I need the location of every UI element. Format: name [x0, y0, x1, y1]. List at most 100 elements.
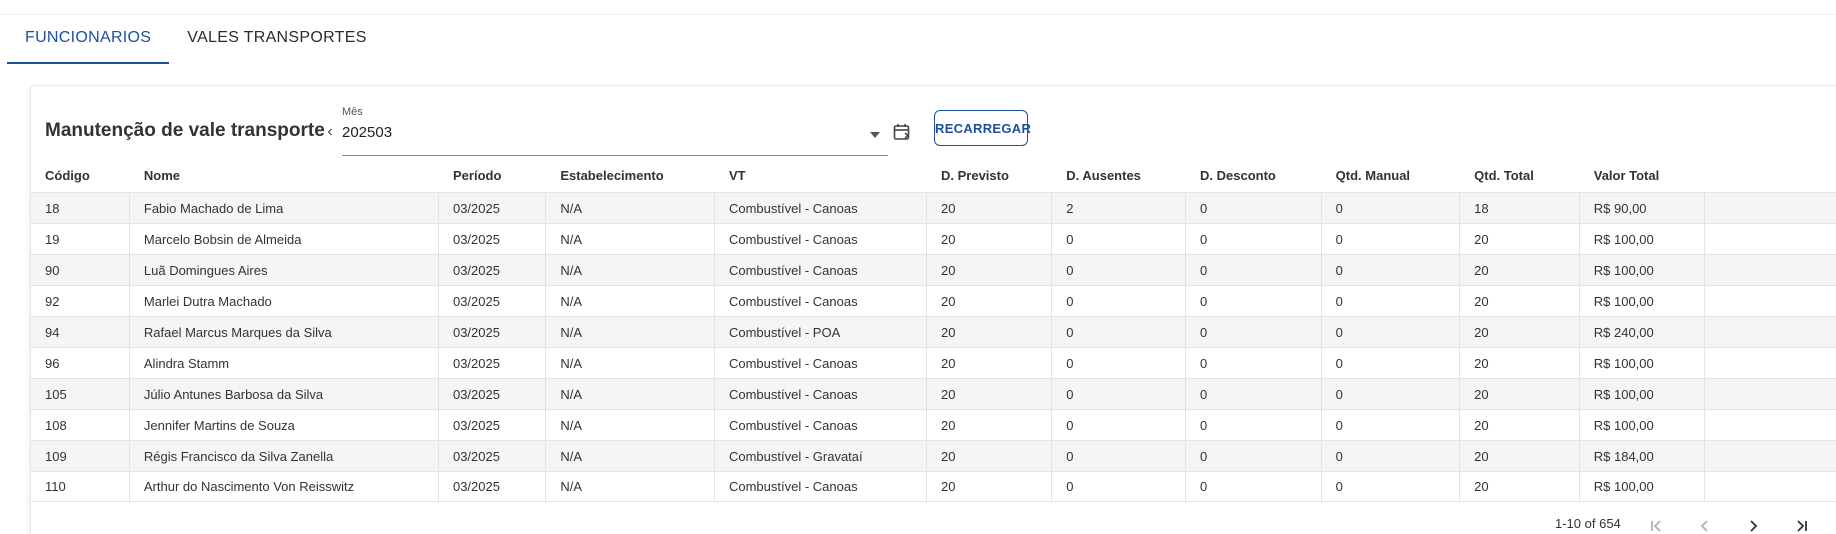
- table-cell: 0: [1322, 440, 1461, 472]
- table-cell: 20: [927, 285, 1053, 317]
- table-cell: 20: [927, 192, 1053, 224]
- table-cell: [1705, 441, 1836, 472]
- table-cell: 20: [1460, 440, 1580, 472]
- table-row[interactable]: 94 Rafael Marcus Marques da Silva 03/2025 N…: [31, 316, 1836, 348]
- table-cell: R$ 100,00: [1580, 223, 1706, 255]
- table-row[interactable]: 92 Marlei Dutra Machado 03/2025 N/A Combustí…: [31, 285, 1836, 317]
- table-cell: R$ 90,00: [1580, 192, 1706, 224]
- table-cell: [1705, 348, 1836, 379]
- table-cell: R$ 100,00: [1580, 378, 1706, 410]
- tab-vales-transportes[interactable]: VALES TRANSPORTES: [169, 15, 384, 61]
- table-cell: 0: [1322, 285, 1461, 317]
- table-row[interactable]: 109 Régis Francisco da Silva Zanella 03/20…: [31, 440, 1836, 472]
- table-cell: R$ 100,00: [1580, 347, 1706, 379]
- table-cell: 0: [1186, 347, 1322, 379]
- column-header[interactable]: Estabelecimento: [546, 168, 715, 183]
- table-cell: 20: [927, 378, 1053, 410]
- column-header[interactable]: Qtd. Manual: [1322, 168, 1460, 183]
- table-cell: N/A: [546, 440, 715, 472]
- next-page-icon[interactable]: [1741, 514, 1765, 534]
- table-cell: 20: [1460, 378, 1580, 410]
- table-cell: 0: [1052, 409, 1187, 441]
- table-cell: 03/2025: [439, 285, 547, 317]
- table-cell: 0: [1322, 471, 1461, 502]
- first-page-icon[interactable]: [1645, 514, 1669, 534]
- column-header[interactable]: VT: [715, 168, 927, 183]
- column-header[interactable]: D. Ausentes: [1052, 168, 1186, 183]
- table-cell: 03/2025: [439, 192, 547, 224]
- table-row[interactable]: 105 Júlio Antunes Barbosa da Silva 03/2025…: [31, 378, 1836, 410]
- dropdown-arrow-icon[interactable]: [870, 132, 880, 138]
- table-cell: 0: [1322, 316, 1461, 348]
- vt-maintenance-card: Manutenção de vale transporte ‹ Mês RECA…: [30, 85, 1836, 534]
- table-cell: Combustível - Canoas: [715, 378, 927, 410]
- table-cell: 0: [1186, 223, 1322, 255]
- table-cell: Marlei Dutra Machado: [130, 285, 439, 317]
- month-input[interactable]: [342, 124, 842, 141]
- table-cell: Combustível - Canoas: [715, 409, 927, 441]
- table-cell: R$ 184,00: [1580, 440, 1706, 472]
- column-header[interactable]: Período: [439, 168, 546, 183]
- table-cell: 0: [1322, 192, 1461, 224]
- table-body: 18 Fabio Machado de Lima 03/2025 N/A Combust…: [31, 192, 1836, 502]
- tab-funcionarios[interactable]: FUNCIONARIOS: [7, 15, 170, 64]
- table-row[interactable]: 108 Jennifer Martins de Souza 03/2025 N/A Co…: [31, 409, 1836, 441]
- table-row[interactable]: 18 Fabio Machado de Lima 03/2025 N/A Combust…: [31, 192, 1836, 224]
- reload-button[interactable]: RECARREGAR: [934, 110, 1031, 146]
- table-cell: Combustível - Canoas: [715, 223, 927, 255]
- table-cell: 0: [1322, 409, 1461, 441]
- table-cell: N/A: [546, 316, 715, 348]
- app-shell: FUNCIONARIOS VALES TRANSPORTES Manutençã…: [0, 14, 1836, 534]
- table-row[interactable]: 19 Marcelo Bobsin de Almeida 03/2025 N/A Com…: [31, 223, 1836, 255]
- column-header[interactable]: Nome: [130, 168, 439, 183]
- table-cell: 20: [1460, 223, 1580, 255]
- table-cell: 20: [1460, 316, 1580, 348]
- table-cell: 20: [1460, 347, 1580, 379]
- table-cell: Régis Francisco da Silva Zanella: [130, 440, 439, 472]
- table-cell: Combustível - Canoas: [715, 192, 927, 224]
- column-header[interactable]: D. Previsto: [927, 168, 1052, 183]
- previous-page-icon[interactable]: [1693, 514, 1717, 534]
- table-cell: 0: [1322, 223, 1461, 255]
- table-cell: N/A: [546, 347, 715, 379]
- month-select[interactable]: Mês: [342, 106, 888, 156]
- table-cell: [1705, 224, 1836, 255]
- table-cell: 19: [31, 223, 130, 255]
- table-cell: R$ 240,00: [1580, 316, 1706, 348]
- table-cell: [1705, 193, 1836, 224]
- table-cell: 0: [1052, 254, 1187, 286]
- column-header[interactable]: D. Desconto: [1186, 168, 1322, 183]
- table-cell: 0: [1052, 440, 1187, 472]
- data-table: Código Nome Período Estabelecimento VT D. Pre…: [31, 158, 1836, 502]
- table-cell: 03/2025: [439, 254, 547, 286]
- column-header[interactable]: Código: [31, 168, 130, 183]
- table-cell: 20: [927, 254, 1053, 286]
- table-cell: 0: [1186, 192, 1322, 224]
- table-cell: Jennifer Martins de Souza: [130, 409, 439, 441]
- last-page-icon[interactable]: [1789, 514, 1813, 534]
- chevron-left-icon[interactable]: ‹: [323, 122, 337, 142]
- table-cell: [1705, 255, 1836, 286]
- table-cell: 18: [1460, 192, 1580, 224]
- calendar-icon[interactable]: [892, 122, 912, 142]
- table-cell: R$ 100,00: [1580, 254, 1706, 286]
- table-cell: N/A: [546, 254, 715, 286]
- table-cell: 94: [31, 316, 130, 348]
- pagination: 1-10 of 654: [31, 508, 1836, 534]
- table-cell: R$ 100,00: [1580, 409, 1706, 441]
- column-header[interactable]: Qtd. Total: [1460, 168, 1580, 183]
- table-row[interactable]: 90 Luã Domingues Aires 03/2025 N/A Combustív…: [31, 254, 1836, 286]
- table-cell: 0: [1052, 316, 1187, 348]
- table-row[interactable]: 96 Alindra Stamm 03/2025 N/A Combustível - C…: [31, 347, 1836, 379]
- table-cell: Combustível - Canoas: [715, 285, 927, 317]
- table-cell: 96: [31, 347, 130, 379]
- table-cell: Combustível - Canoas: [715, 347, 927, 379]
- table-cell: 0: [1186, 254, 1322, 286]
- table-cell: 03/2025: [439, 316, 547, 348]
- table-cell: 20: [927, 440, 1053, 472]
- table-cell: 110: [31, 471, 130, 502]
- column-header[interactable]: Valor Total: [1580, 168, 1705, 183]
- table-cell: [1705, 286, 1836, 317]
- table-cell: 90: [31, 254, 130, 286]
- table-row[interactable]: 110 Arthur do Nascimento Von Reisswitz 03/…: [31, 471, 1836, 502]
